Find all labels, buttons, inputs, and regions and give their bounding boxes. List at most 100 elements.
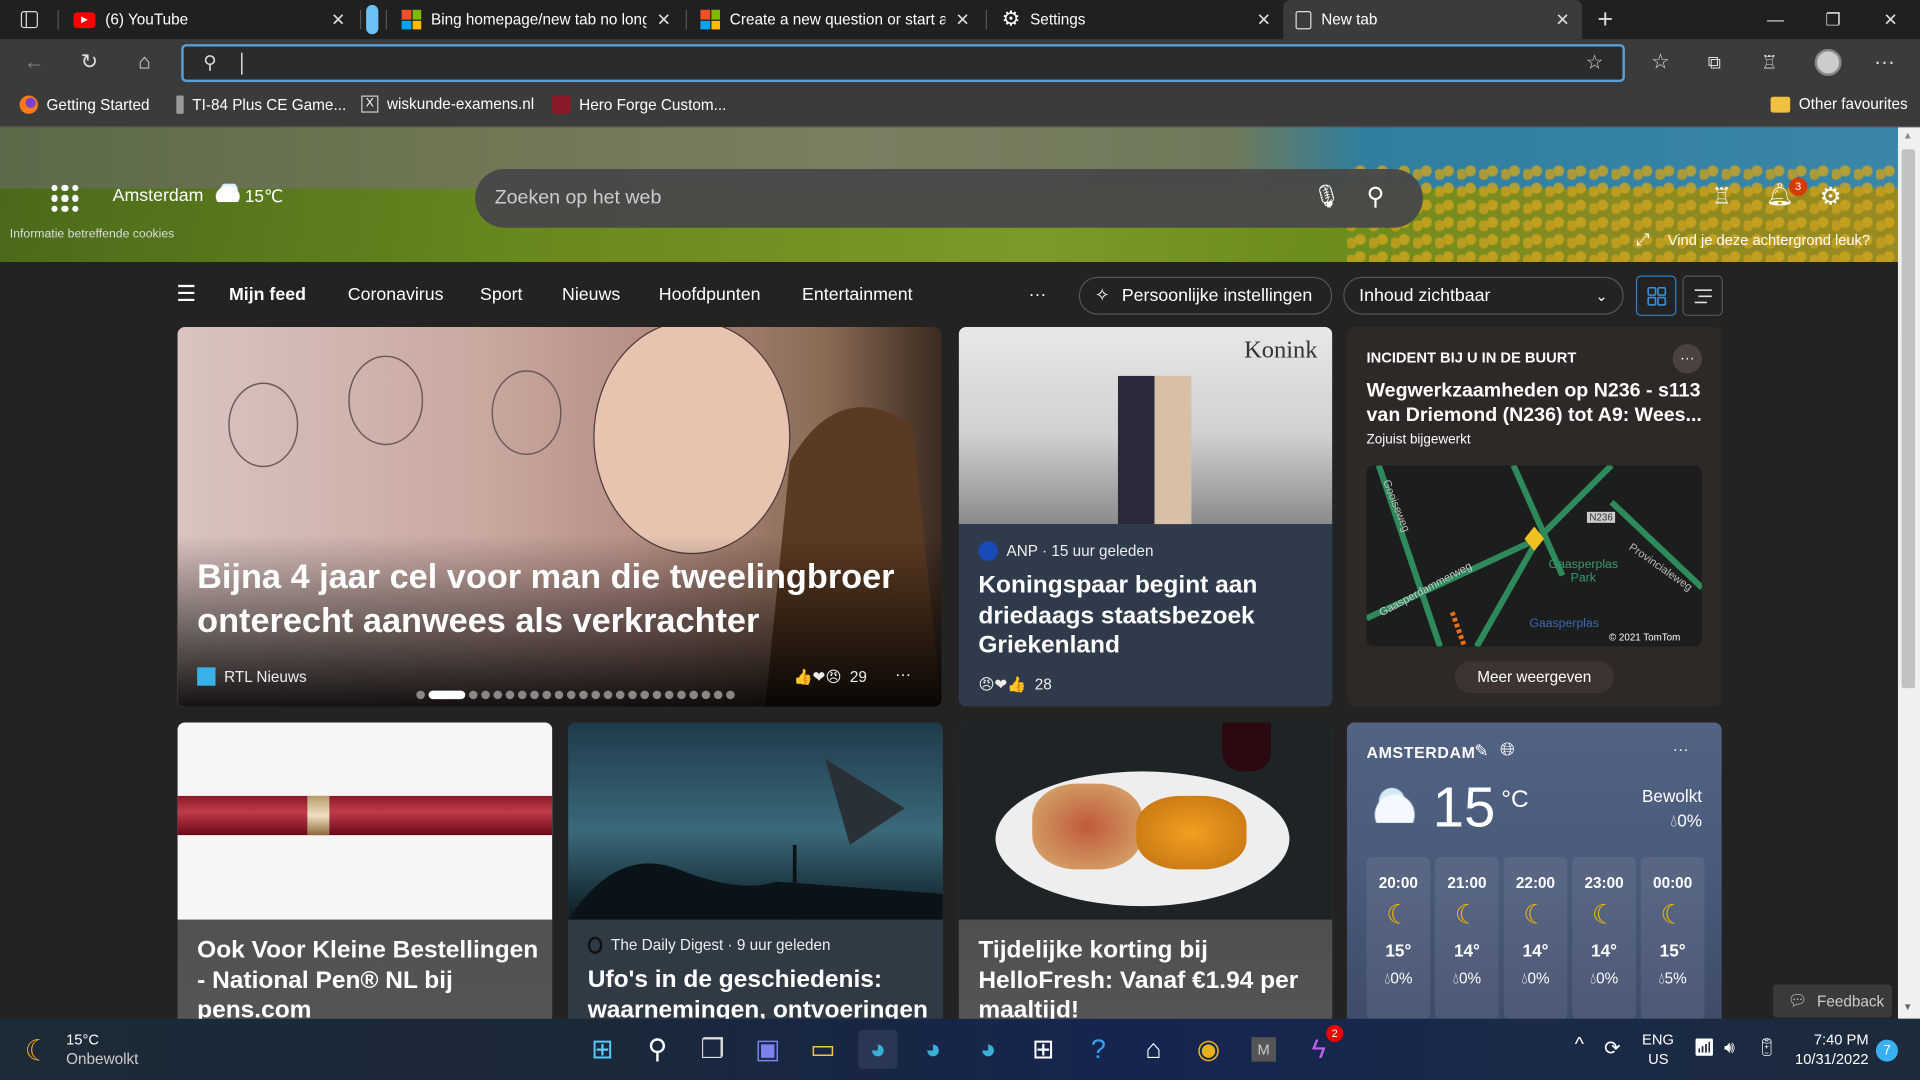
scroll-down-icon[interactable]: ▼ — [1903, 1002, 1913, 1013]
carousel-dot[interactable] — [591, 690, 601, 700]
close-tab-icon[interactable]: ✕ — [657, 9, 671, 30]
back-button[interactable]: ← — [17, 47, 51, 79]
edge-profile-icon[interactable]: ◕ — [858, 1029, 898, 1069]
nav-sport[interactable]: Sport — [480, 285, 522, 305]
news-card-koningspaar[interactable]: Konink ANP · 15 uur geleden Koningspaar … — [958, 326, 1333, 707]
carousel-dot[interactable] — [481, 690, 490, 700]
background-feedback-link[interactable]: Vind je deze achtergrond leuk? — [1668, 231, 1870, 248]
scrollbar-thumb[interactable] — [1901, 149, 1916, 689]
hourly-forecast[interactable]: 00:00 ☾ 15° 💧︎5% — [1640, 857, 1705, 1019]
hamburger-menu-icon[interactable]: ☰ — [176, 282, 196, 308]
carousel-dot[interactable] — [677, 690, 686, 700]
taskbar-weather-temp[interactable]: 15°C — [66, 1031, 99, 1048]
carousel-dot[interactable] — [493, 690, 503, 700]
carousel-dot[interactable] — [530, 690, 539, 700]
bookmark-getting-started[interactable]: Getting Started — [19, 95, 150, 114]
nav-nieuws[interactable]: Nieuws — [562, 285, 620, 305]
hero-news-card[interactable]: Bijna 4 jaar cel voor man die tweelingbr… — [177, 326, 942, 707]
nav-entertainment[interactable]: Entertainment — [802, 285, 913, 305]
ad-card-national-pen[interactable]: Ook Voor Kleine Bestellingen - National … — [177, 722, 553, 1029]
royal-card-source[interactable]: ANP · 15 uur geleden — [978, 541, 1153, 561]
start-icon[interactable]: ⊞ — [583, 1030, 622, 1069]
cookies-link[interactable]: Informatie betreffende cookies — [10, 228, 175, 241]
nav-more-button[interactable]: ··· — [1029, 285, 1047, 305]
header-temp[interactable]: 15℃ — [245, 186, 283, 207]
personal-settings-button[interactable]: ✧ Persoonlijke instellingen — [1078, 276, 1333, 315]
carousel-dot[interactable] — [726, 690, 735, 700]
messenger-icon[interactable]: ϟ2 — [1299, 1024, 1344, 1069]
settings-gear-icon[interactable]: ⚙ — [1820, 181, 1842, 212]
bookmark-wiskunde[interactable]: Xwiskunde-examens.nl — [361, 95, 534, 113]
traffic-map[interactable]: Gooiseweg Gaasperdammerweg Gaasperplas P… — [1366, 465, 1703, 647]
carousel-dot[interactable] — [603, 690, 613, 700]
hourly-forecast[interactable]: 21:00 ☾ 14° 💧︎0% — [1435, 857, 1499, 1019]
collections-icon[interactable]: ⧉ — [1697, 47, 1731, 79]
scroll-up-icon[interactable]: ▲ — [1903, 130, 1913, 141]
royal-card-title[interactable]: Koningspaar begint aan driedaags staatsb… — [978, 571, 1321, 661]
content-visibility-select[interactable]: Inhoud zichtbaar ⌄ — [1343, 276, 1624, 315]
edge-profile-icon[interactable]: ◕ — [913, 1030, 952, 1069]
bookmark-ti84[interactable]: TI-84 Plus CE Game... — [176, 95, 346, 114]
weather-unit[interactable]: °C — [1501, 786, 1528, 814]
ad-card-hellofresh[interactable]: Tijdelijke korting bij HelloFresh: Vanaf… — [958, 722, 1333, 1029]
close-tab-icon[interactable]: ✕ — [1555, 9, 1569, 30]
minimize-button[interactable]: — — [1747, 0, 1803, 39]
volume-icon[interactable]: 🔊︎ — [1724, 1037, 1735, 1058]
feedback-button[interactable]: 💬︎ Feedback — [1773, 984, 1892, 1018]
carousel-dot[interactable] — [689, 690, 698, 700]
incident-title[interactable]: Wegwerkzaamheden op N236 - s113 van Drie… — [1367, 380, 1710, 429]
sync-icon[interactable]: ⟳ — [1604, 1036, 1620, 1060]
hero-card-reactions[interactable]: 👍❤😠 29 — [793, 667, 866, 687]
tab-new-tab[interactable]: New tab ✕ — [1283, 0, 1583, 40]
help-icon[interactable]: ? — [1079, 1030, 1118, 1069]
show-hidden-icons-chevron[interactable]: ^ — [1575, 1035, 1584, 1057]
edge-profile-icon[interactable]: ◕ — [969, 1030, 1008, 1069]
carousel-dot[interactable] — [566, 690, 576, 700]
tab-actions-icon[interactable] — [2, 0, 56, 39]
hourly-forecast[interactable]: 22:00 ☾ 14° 💧︎0% — [1503, 857, 1568, 1019]
weather-card[interactable]: AMSTERDAM ✎ 🌐︎ ··· 15 °C Bewolkt 💧︎0% 20… — [1346, 722, 1722, 1029]
home-button[interactable]: ⌂ — [127, 47, 161, 79]
pen-card-title[interactable]: Ook Voor Kleine Bestellingen - National … — [197, 936, 540, 1026]
profile-avatar[interactable] — [1811, 47, 1845, 79]
more-menu-icon[interactable]: ··· — [1867, 47, 1901, 79]
weather-city[interactable]: AMSTERDAM — [1367, 743, 1476, 761]
favorites-icon[interactable]: ☆ — [1643, 47, 1677, 79]
m-app-icon[interactable]: M — [1244, 1030, 1283, 1069]
close-tab-icon[interactable]: ✕ — [1257, 9, 1271, 30]
tab-settings[interactable]: ⚙ Settings ✕ — [989, 0, 1283, 39]
tab-create-question[interactable]: Create a new question or start a ✕ — [688, 0, 982, 39]
hero-card-source[interactable]: RTL Nieuws — [197, 667, 307, 686]
carousel-dot[interactable] — [428, 690, 466, 700]
app-icon[interactable]: ⌂ — [1134, 1030, 1173, 1069]
carousel-dot[interactable] — [701, 690, 711, 700]
card-more-options[interactable]: ··· — [1672, 344, 1703, 374]
carousel-dot[interactable] — [505, 690, 515, 700]
tab-youtube[interactable]: ▶ (6) YouTube ✕ — [61, 0, 357, 39]
language-region[interactable]: US — [1648, 1051, 1668, 1068]
hellofresh-card-title[interactable]: Tijdelijke korting bij HelloFresh: Vanaf… — [978, 936, 1321, 1026]
edit-location-icon[interactable]: ✎ — [1474, 741, 1488, 762]
carousel-dot[interactable] — [664, 690, 674, 700]
other-favourites[interactable]: Other favourites — [1770, 96, 1908, 113]
card-more-options[interactable]: ··· — [895, 665, 911, 683]
add-favorite-icon[interactable]: ☆ — [1586, 50, 1604, 74]
hero-card-title[interactable]: Bijna 4 jaar cel voor man die tweelingbr… — [197, 555, 919, 643]
refresh-button[interactable]: ↻ — [72, 47, 106, 79]
new-tab-button[interactable]: + — [1577, 0, 1633, 39]
carousel-dot[interactable] — [615, 690, 625, 700]
battery-charging-icon[interactable]: 🔋︎ — [1756, 1037, 1778, 1058]
taskbar-weather-text[interactable]: Onbewolkt — [66, 1051, 138, 1068]
moon-weather-icon[interactable]: ☾ — [24, 1033, 50, 1069]
search-icon[interactable]: ⚲ — [1367, 181, 1385, 212]
chrome-icon[interactable]: ◉ — [1189, 1030, 1228, 1069]
web-search-box[interactable]: Zoeken op het web 🎙︎ ⚲ — [475, 168, 1423, 228]
header-city[interactable]: Amsterdam — [113, 186, 204, 206]
hourly-forecast[interactable]: 23:00 ☾ 14° 💧︎0% — [1572, 857, 1636, 1019]
traffic-incident-card[interactable]: INCIDENT BIJ U IN DE BUURT ··· Wegwerkza… — [1346, 326, 1722, 707]
carousel-dot[interactable] — [416, 690, 425, 700]
rewards-icon[interactable]: ♖ — [1712, 184, 1732, 210]
tab-bing[interactable]: Bing homepage/new tab no long ✕ — [389, 0, 683, 39]
clock-time[interactable]: 7:40 PM — [1814, 1031, 1869, 1048]
close-window-button[interactable]: ✕ — [1862, 0, 1918, 39]
